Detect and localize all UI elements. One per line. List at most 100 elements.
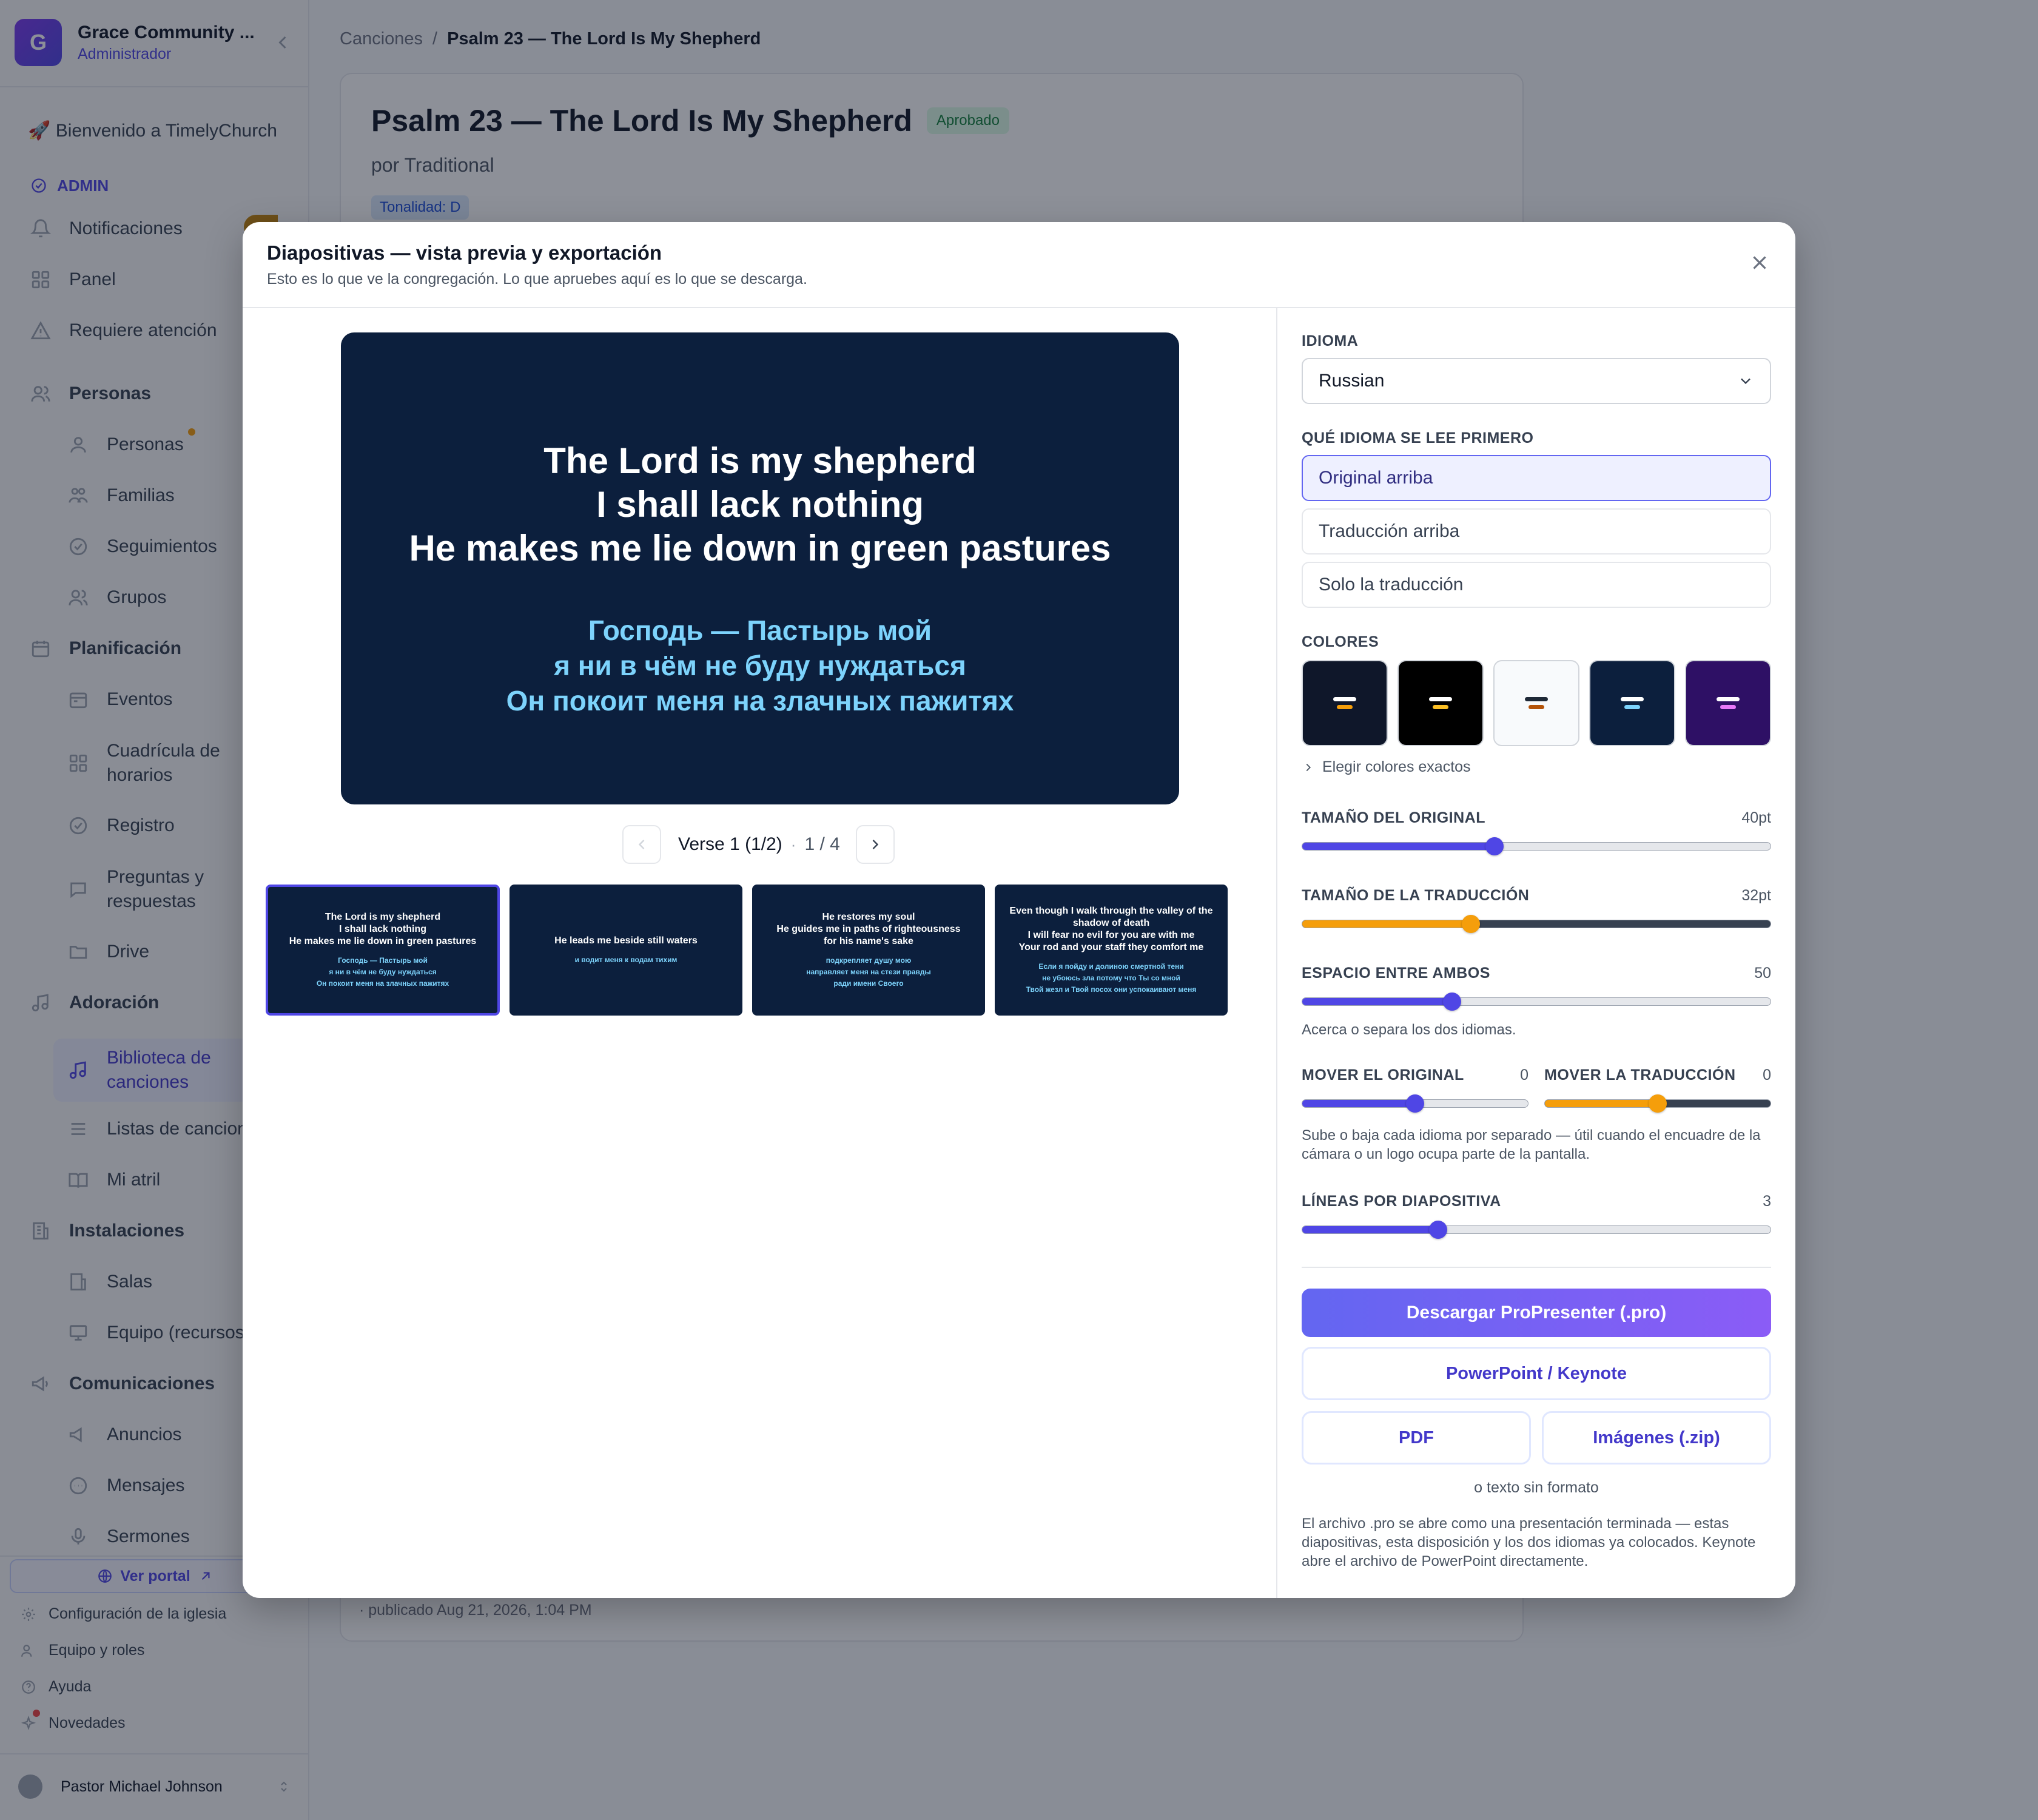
prev-slide-button[interactable] xyxy=(622,825,661,864)
size-original-value: 40pt xyxy=(1741,809,1771,826)
thumb-line: Your rod and your staff they comfort me xyxy=(1018,942,1204,952)
language-select[interactable]: Russian xyxy=(1302,358,1771,404)
order-label: QUÉ IDIOMA SE LEE PRIMERO xyxy=(1302,430,1534,447)
move-original-header: MOVER EL ORIGINAL 0 xyxy=(1302,1067,1528,1084)
slide-thumbnail-3[interactable]: He restores my soul He guides me in path… xyxy=(752,885,985,1016)
size-original-header: TAMAÑO DEL ORIGINAL 40pt xyxy=(1302,809,1771,827)
slider-handle[interactable] xyxy=(1485,837,1504,855)
preview-line: The Lord is my shepherd xyxy=(543,440,977,481)
chevron-down-icon xyxy=(1737,372,1754,389)
thumb-line: I will fear no evil for you are with me xyxy=(1027,929,1195,940)
thumb-line: подкрепляет душу мою xyxy=(826,956,912,965)
slider-fill xyxy=(1545,1100,1658,1107)
exact-colors-label: Elegir colores exactos xyxy=(1322,758,1471,775)
language-label: IDIOMA xyxy=(1302,332,1359,349)
color-swatch-3[interactable] xyxy=(1493,660,1579,746)
move-translation-label: MOVER LA TRADUCCIÓN xyxy=(1544,1067,1736,1084)
preview-line: я ни в чём не буду нуждаться xyxy=(554,650,966,681)
slide-section-label: Verse 1 (1/2) xyxy=(678,834,782,854)
preview-line: Господь — Пастырь мой xyxy=(588,615,932,646)
thumb-line: shadow of death xyxy=(1072,917,1150,928)
slide-thumbnail-2[interactable]: He leads me beside still waters и водит … xyxy=(509,885,742,1016)
move-translation-slider[interactable] xyxy=(1544,1094,1771,1113)
color-swatch-1[interactable] xyxy=(1302,660,1388,746)
swatch-bar xyxy=(1525,697,1548,701)
thumb-line: I shall lack nothing xyxy=(338,923,427,934)
slider-handle[interactable] xyxy=(1649,1094,1667,1113)
swatch-bar xyxy=(1433,705,1448,709)
slide-count: 1 / 4 xyxy=(804,834,840,854)
thumb-line: Если я пойду и долиною смертной тени xyxy=(1038,962,1184,971)
swatch-bar xyxy=(1429,697,1452,701)
lines-value: 3 xyxy=(1763,1193,1771,1210)
powerpoint-keynote-button[interactable]: PowerPoint / Keynote xyxy=(1302,1347,1771,1400)
size-original-slider[interactable] xyxy=(1302,837,1771,855)
plain-text-link[interactable]: o texto sin formato xyxy=(1302,1479,1771,1497)
thumb-line: for his name's sake xyxy=(824,935,913,946)
settings-panel: IDIOMA Russian QUÉ IDIOMA SE LEE PRIMERO… xyxy=(1276,308,1795,1598)
thumb-line: He makes me lie down in green pastures xyxy=(289,935,477,946)
move-help: Sube o baja cada idioma por separado — ú… xyxy=(1302,1127,1761,1162)
export-note: El archivo .pro se abre como una present… xyxy=(1302,1515,1756,1569)
color-swatch-5[interactable] xyxy=(1685,660,1771,746)
pdf-button[interactable]: PDF xyxy=(1302,1411,1531,1464)
move-original-label: MOVER EL ORIGINAL xyxy=(1302,1067,1464,1084)
images-zip-button[interactable]: Imágenes (.zip) xyxy=(1542,1411,1771,1464)
gap-value: 50 xyxy=(1754,965,1771,982)
lines-header: LÍNEAS POR DIAPOSITIVA 3 xyxy=(1302,1193,1771,1210)
preview-pane: The Lord is my shepherd I shall lack not… xyxy=(243,308,1276,1598)
thumb-line: не убоюсь зла потому что Ты со мной xyxy=(1042,973,1180,982)
slide-preview: The Lord is my shepherd I shall lack not… xyxy=(341,332,1179,804)
order-option-original-first[interactable]: Original arriba xyxy=(1302,455,1771,501)
gap-slider[interactable] xyxy=(1302,993,1771,1011)
swatch-bar xyxy=(1624,705,1640,709)
modal-title: Diapositivas — vista previa y exportació… xyxy=(267,241,662,264)
slider-handle[interactable] xyxy=(1428,1221,1447,1239)
thumb-line: направляет меня на стези правды xyxy=(806,967,931,976)
chevron-right-icon xyxy=(1302,761,1315,774)
slider-fill xyxy=(1302,920,1471,928)
swatch-bar xyxy=(1528,705,1544,709)
preview-line: Он покоит меня на злачных пажитях xyxy=(506,685,1014,716)
preview-line: He makes me lie down in green pastures xyxy=(409,528,1111,568)
size-translation-header: TAMAÑO DE LA TRADUCCIÓN 32pt xyxy=(1302,887,1771,905)
swatch-bar xyxy=(1333,697,1356,701)
size-translation-slider[interactable] xyxy=(1302,915,1771,933)
color-swatch-2[interactable] xyxy=(1397,660,1484,746)
order-option-translation-first[interactable]: Traducción arriba xyxy=(1302,508,1771,554)
lines-slider[interactable] xyxy=(1302,1221,1771,1239)
slider-handle[interactable] xyxy=(1406,1094,1424,1113)
option-label: Traducción arriba xyxy=(1319,521,1460,541)
thumb-line: He leads me beside still waters xyxy=(554,935,698,946)
slide-pager: Verse 1 (1/2) · 1 / 4 xyxy=(622,825,898,864)
chevron-left-icon xyxy=(633,836,650,853)
size-original-label: TAMAÑO DEL ORIGINAL xyxy=(1302,809,1486,826)
slides-modal: Diapositivas — vista previa y exportació… xyxy=(243,222,1795,1598)
thumbnail-strip: The Lord is my shepherd I shall lack not… xyxy=(266,885,1230,1018)
slider-fill xyxy=(1302,1100,1415,1107)
slider-fill xyxy=(1302,843,1495,850)
slider-fill xyxy=(1302,1226,1438,1233)
next-slide-button[interactable] xyxy=(855,825,895,864)
thumb-line: Он покоит меня на злачных пажитях xyxy=(316,979,449,988)
gap-help: Acerca o separa los dos idiomas. xyxy=(1302,1022,1516,1038)
swatch-bar xyxy=(1621,697,1644,701)
slider-handle[interactable] xyxy=(1461,915,1480,933)
language-value: Russian xyxy=(1319,371,1385,391)
order-option-translation-only[interactable]: Solo la traducción xyxy=(1302,562,1771,608)
slide-thumbnail-1[interactable]: The Lord is my shepherd I shall lack not… xyxy=(266,885,500,1016)
gap-header: ESPACIO ENTRE AMBOS 50 xyxy=(1302,965,1771,982)
thumb-line: Господь — Пастырь мой xyxy=(338,956,428,965)
color-swatch-4[interactable] xyxy=(1589,660,1675,746)
move-translation-value: 0 xyxy=(1763,1067,1771,1084)
move-original-slider[interactable] xyxy=(1302,1094,1528,1113)
option-label: Solo la traducción xyxy=(1319,575,1464,595)
exact-colors-toggle[interactable]: Elegir colores exactos xyxy=(1302,758,1471,776)
slider-handle[interactable] xyxy=(1443,993,1462,1011)
thumb-line: ради имени Своего xyxy=(833,979,904,988)
move-translation-header: MOVER LA TRADUCCIÓN 0 xyxy=(1544,1067,1771,1084)
slide-thumbnail-4[interactable]: Even though I walk through the valley of… xyxy=(995,885,1228,1016)
close-icon[interactable] xyxy=(1748,251,1771,274)
pager-dot: · xyxy=(790,835,796,854)
download-propresenter-button[interactable]: Descargar ProPresenter (.pro) xyxy=(1302,1289,1771,1337)
